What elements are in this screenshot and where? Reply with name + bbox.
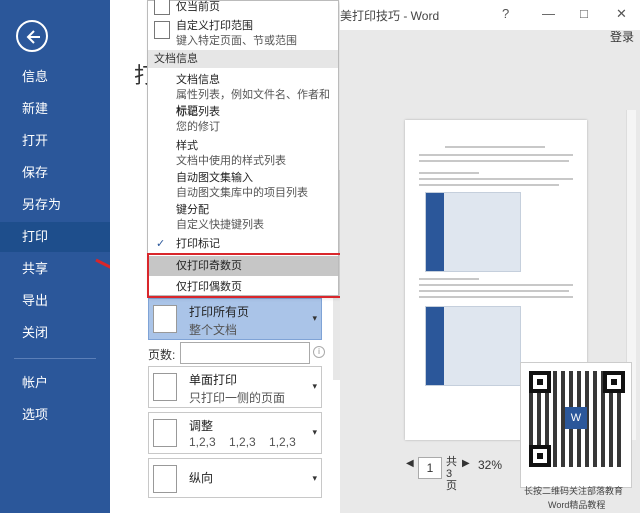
print-range-dropdown: 仅当前页 自定义打印范围 键入特定页面、节或范围 文档信息 文档信息 属性列表，… <box>147 0 339 296</box>
minimize-icon[interactable]: — <box>542 6 555 21</box>
nav-options[interactable]: 选项 <box>0 400 110 430</box>
window-title: 美打印技巧 - Word <box>340 9 440 23</box>
chevron-down-icon: ▾ <box>312 381 317 391</box>
menu-markup-list[interactable]: 标记列表 您的修订 <box>148 101 338 135</box>
menu-print-markup[interactable]: ✓ 打印标记 <box>148 234 338 254</box>
nav-info[interactable]: 信息 <box>0 62 110 92</box>
nav-save-as[interactable]: 另存为 <box>0 190 110 220</box>
pages-input[interactable] <box>180 342 310 364</box>
menu-custom-range[interactable]: 自定义打印范围 键入特定页面、节或范围 <box>148 15 338 49</box>
collate-desc: 1,2,3 1,2,3 1,2,3 <box>189 435 296 449</box>
sides-desc: 只打印一侧的页面 <box>189 391 286 405</box>
qr-caption-1: 长按二维码关注部落教育 <box>524 486 624 496</box>
portrait-page-icon <box>153 465 177 493</box>
maximize-icon[interactable]: □ <box>580 6 588 21</box>
nav-account[interactable]: 帐户 <box>0 368 110 398</box>
nav-print[interactable]: 打印 <box>0 222 110 252</box>
chevron-down-icon: ▾ <box>312 427 317 437</box>
document-icon <box>153 305 177 333</box>
print-range-title: 打印所有页 <box>189 305 250 319</box>
print-range-desc: 整个文档 <box>189 323 238 337</box>
screenshot-thumbnail <box>425 306 521 386</box>
collate-selector[interactable]: 调整 1,2,3 1,2,3 1,2,3 ▾ <box>148 412 322 454</box>
sides-title: 单面打印 <box>189 373 238 387</box>
orientation-title: 纵向 <box>189 471 214 485</box>
chevron-down-icon: ▾ <box>312 313 317 323</box>
orientation-selector[interactable]: 纵向 ▾ <box>148 458 322 498</box>
word-logo-icon: W <box>565 407 587 429</box>
nav-export[interactable]: 导出 <box>0 286 110 316</box>
print-range-selector[interactable]: 打印所有页 整个文档 ▾ <box>148 298 322 340</box>
highlight-frame <box>147 253 343 298</box>
back-arrow-icon[interactable] <box>16 20 48 52</box>
login-link[interactable]: 登录 <box>610 28 634 45</box>
prev-page-icon[interactable]: ◀ <box>406 458 414 469</box>
menu-current-page[interactable]: 仅当前页 <box>148 0 338 15</box>
menu-key-assignments[interactable]: 键分配 自定义快捷键列表 <box>148 199 338 233</box>
menu-autotext[interactable]: 自动图文集输入 自动图文集库中的项目列表 <box>148 167 338 199</box>
page-number-input[interactable]: 1 <box>418 457 442 479</box>
collate-title: 调整 <box>189 419 214 433</box>
page-count: 共 3 页 <box>446 456 457 492</box>
info-icon[interactable]: i <box>313 346 325 358</box>
menu-styles[interactable]: 样式 文档中使用的样式列表 <box>148 135 338 167</box>
help-icon[interactable]: ? <box>502 6 509 21</box>
page-icon <box>154 0 170 15</box>
chevron-down-icon: ▾ <box>312 473 317 483</box>
title-bar: 美打印技巧 - Word ? — □ ✕ <box>340 0 640 30</box>
zoom-level: 32% <box>478 458 503 472</box>
pages-label: 页数: <box>148 348 176 362</box>
doc-info-header: 文档信息 <box>148 50 338 68</box>
custom-range-icon <box>154 21 170 39</box>
qr-code-card: W <box>520 362 632 488</box>
single-page-icon <box>153 373 177 401</box>
check-icon: ✓ <box>156 238 166 250</box>
nav-divider <box>14 358 96 359</box>
qr-caption-2: Word精品教程 <box>548 500 606 510</box>
screenshot-thumbnail <box>425 192 521 272</box>
nav-open[interactable]: 打开 <box>0 126 110 156</box>
close-icon[interactable]: ✕ <box>616 6 627 22</box>
nav-save[interactable]: 保存 <box>0 158 110 188</box>
nav-new[interactable]: 新建 <box>0 94 110 124</box>
sides-selector[interactable]: 单面打印 只打印一侧的页面 ▾ <box>148 366 322 408</box>
nav-close[interactable]: 关闭 <box>0 318 110 348</box>
menu-doc-info[interactable]: 文档信息 属性列表，例如文件名、作者和标题 <box>148 69 338 117</box>
next-page-icon[interactable]: ▶ <box>462 458 470 469</box>
collate-icon <box>153 419 177 447</box>
